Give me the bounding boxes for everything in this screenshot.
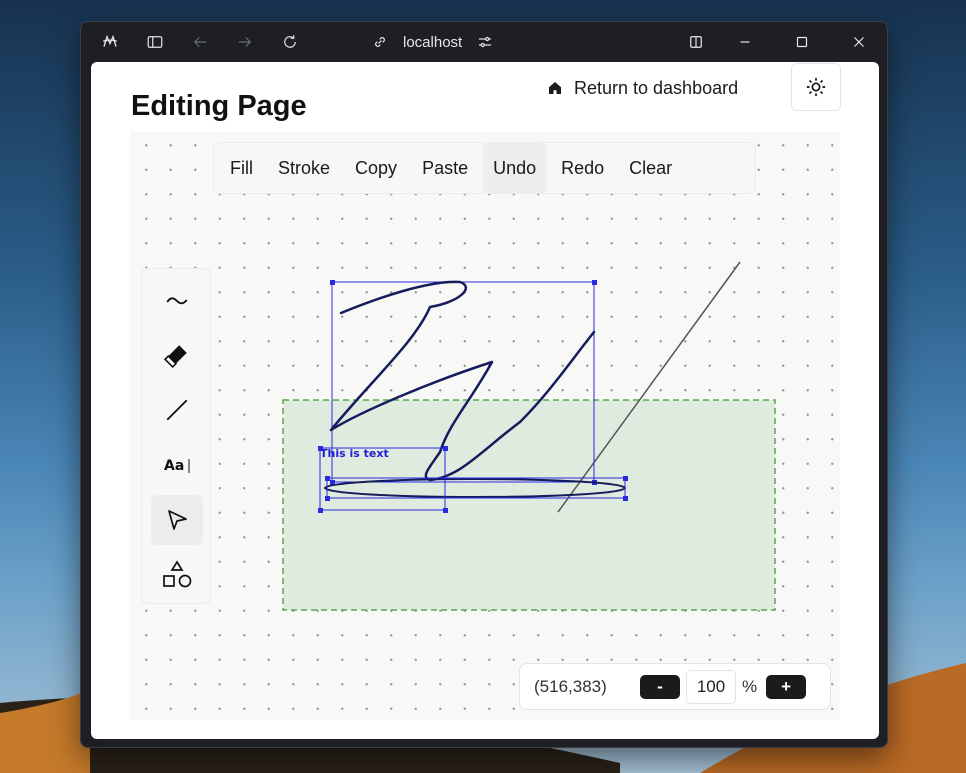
eraser-icon bbox=[164, 345, 187, 368]
redo-button[interactable]: Redo bbox=[551, 143, 614, 193]
eraser-tool[interactable] bbox=[151, 330, 203, 380]
maximize-icon[interactable] bbox=[791, 31, 813, 53]
shapes-tool[interactable] bbox=[151, 550, 203, 600]
shapes-icon bbox=[163, 560, 192, 588]
canvas-text-object[interactable]: This is text bbox=[320, 447, 389, 460]
back-arrow-icon[interactable] bbox=[189, 31, 211, 53]
reload-icon[interactable] bbox=[279, 31, 301, 53]
zoom-out-button[interactable]: - bbox=[640, 674, 680, 699]
page-title: Editing Page bbox=[131, 90, 307, 122]
zoom-bar: (516,383) - % + bbox=[519, 663, 831, 710]
app-logo-icon[interactable] bbox=[99, 31, 121, 53]
cursor-coordinates: (516,383) bbox=[534, 676, 607, 696]
browser-titlebar: localhost bbox=[81, 22, 887, 62]
theme-toggle-button[interactable] bbox=[791, 63, 841, 111]
split-view-icon[interactable] bbox=[685, 31, 707, 53]
canvas-drawing bbox=[282, 261, 776, 611]
undo-button[interactable]: Undo bbox=[483, 143, 547, 193]
ellipse-shape bbox=[324, 478, 626, 498]
sun-icon bbox=[806, 77, 826, 97]
green-area-shape bbox=[282, 399, 776, 611]
address-bar[interactable]: localhost bbox=[371, 30, 494, 54]
svg-text:Aa: Aa bbox=[164, 458, 184, 474]
zoom-percent-label: % bbox=[742, 676, 758, 696]
site-settings-icon[interactable] bbox=[476, 33, 494, 51]
zoom-in-button[interactable]: + bbox=[766, 674, 807, 699]
paste-button[interactable]: Paste bbox=[412, 143, 478, 193]
line-shape bbox=[557, 261, 741, 513]
stroke-button[interactable]: Stroke bbox=[268, 143, 340, 193]
return-label: Return to dashboard bbox=[574, 77, 739, 98]
cursor-arrow-icon bbox=[168, 510, 187, 530]
web-page: Editing Page Return to dashboard This is… bbox=[91, 62, 879, 739]
text-tool[interactable]: Aa bbox=[151, 440, 203, 490]
copy-button[interactable]: Copy bbox=[345, 143, 407, 193]
browser-window: localhost Editing Page Return to dashboa… bbox=[80, 21, 888, 748]
line-tool[interactable] bbox=[151, 385, 203, 435]
return-to-dashboard-link[interactable]: Return to dashboard bbox=[546, 76, 738, 100]
sidebar-toggle-icon[interactable] bbox=[144, 31, 166, 53]
edit-toolbar: Fill Stroke Copy Paste Undo Redo Clear bbox=[213, 142, 756, 194]
home-icon bbox=[549, 82, 561, 94]
freehand-tool[interactable] bbox=[151, 276, 203, 326]
select-tool[interactable] bbox=[151, 495, 203, 545]
close-icon[interactable] bbox=[848, 31, 870, 53]
zoom-level-input[interactable] bbox=[686, 669, 736, 704]
drawing-canvas[interactable]: This is text Fill Stroke Copy Paste Undo… bbox=[130, 132, 840, 720]
tilde-icon bbox=[166, 297, 188, 305]
clear-button[interactable]: Clear bbox=[619, 143, 682, 193]
fill-button[interactable]: Fill bbox=[220, 143, 263, 193]
line-icon bbox=[166, 399, 188, 421]
ellipse-selection-box bbox=[326, 477, 626, 499]
link-icon bbox=[375, 37, 385, 47]
forward-arrow-icon[interactable] bbox=[234, 31, 256, 53]
address-text: localhost bbox=[403, 33, 463, 51]
tool-panel: Aa bbox=[141, 268, 211, 604]
minimize-icon[interactable] bbox=[734, 31, 756, 53]
text-icon: Aa bbox=[164, 458, 190, 474]
